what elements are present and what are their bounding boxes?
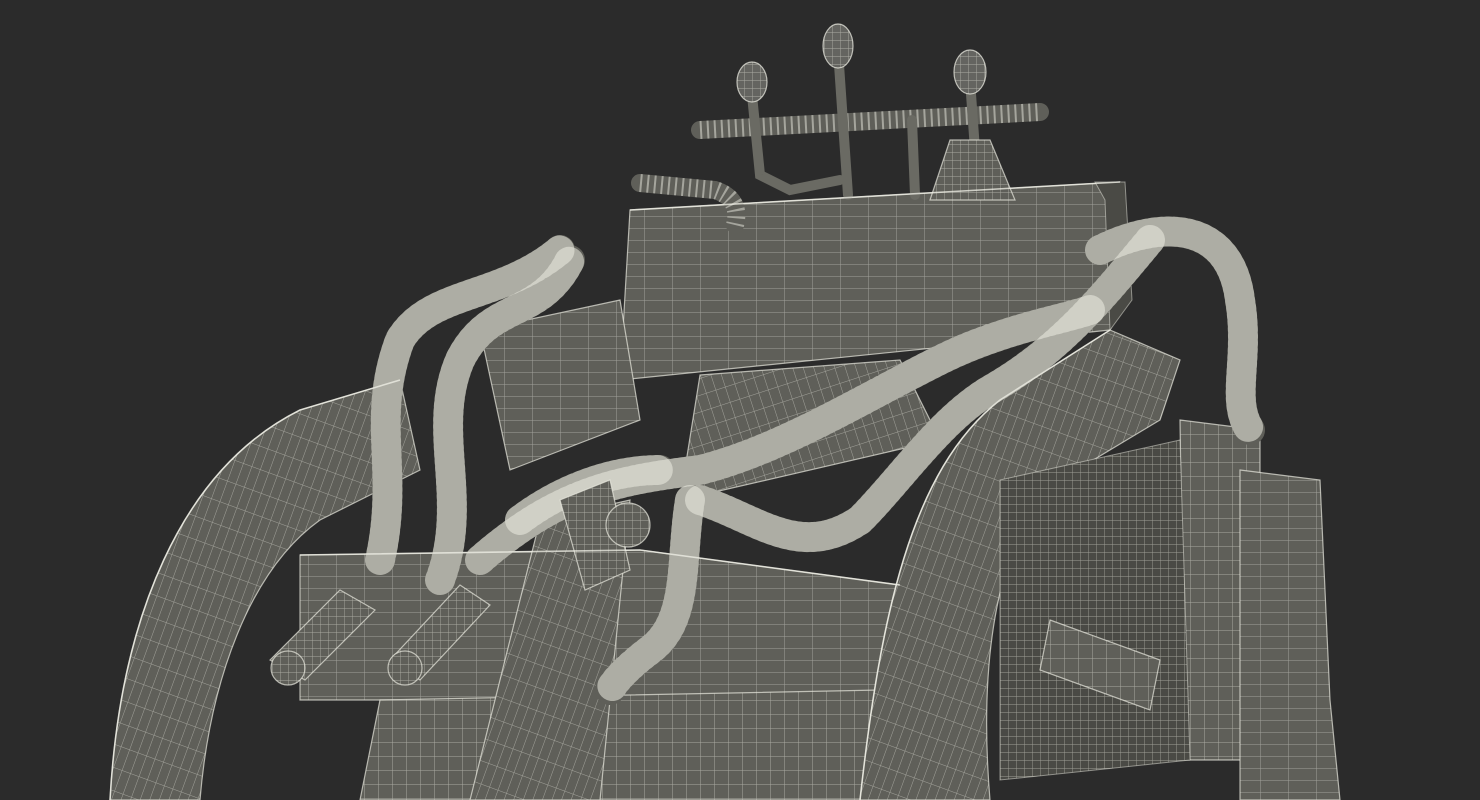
lower-chassis bbox=[359, 689, 901, 800]
wireframe-scene bbox=[0, 0, 1480, 800]
render-viewport bbox=[0, 0, 1480, 800]
inner-mechanism bbox=[999, 439, 1191, 781]
